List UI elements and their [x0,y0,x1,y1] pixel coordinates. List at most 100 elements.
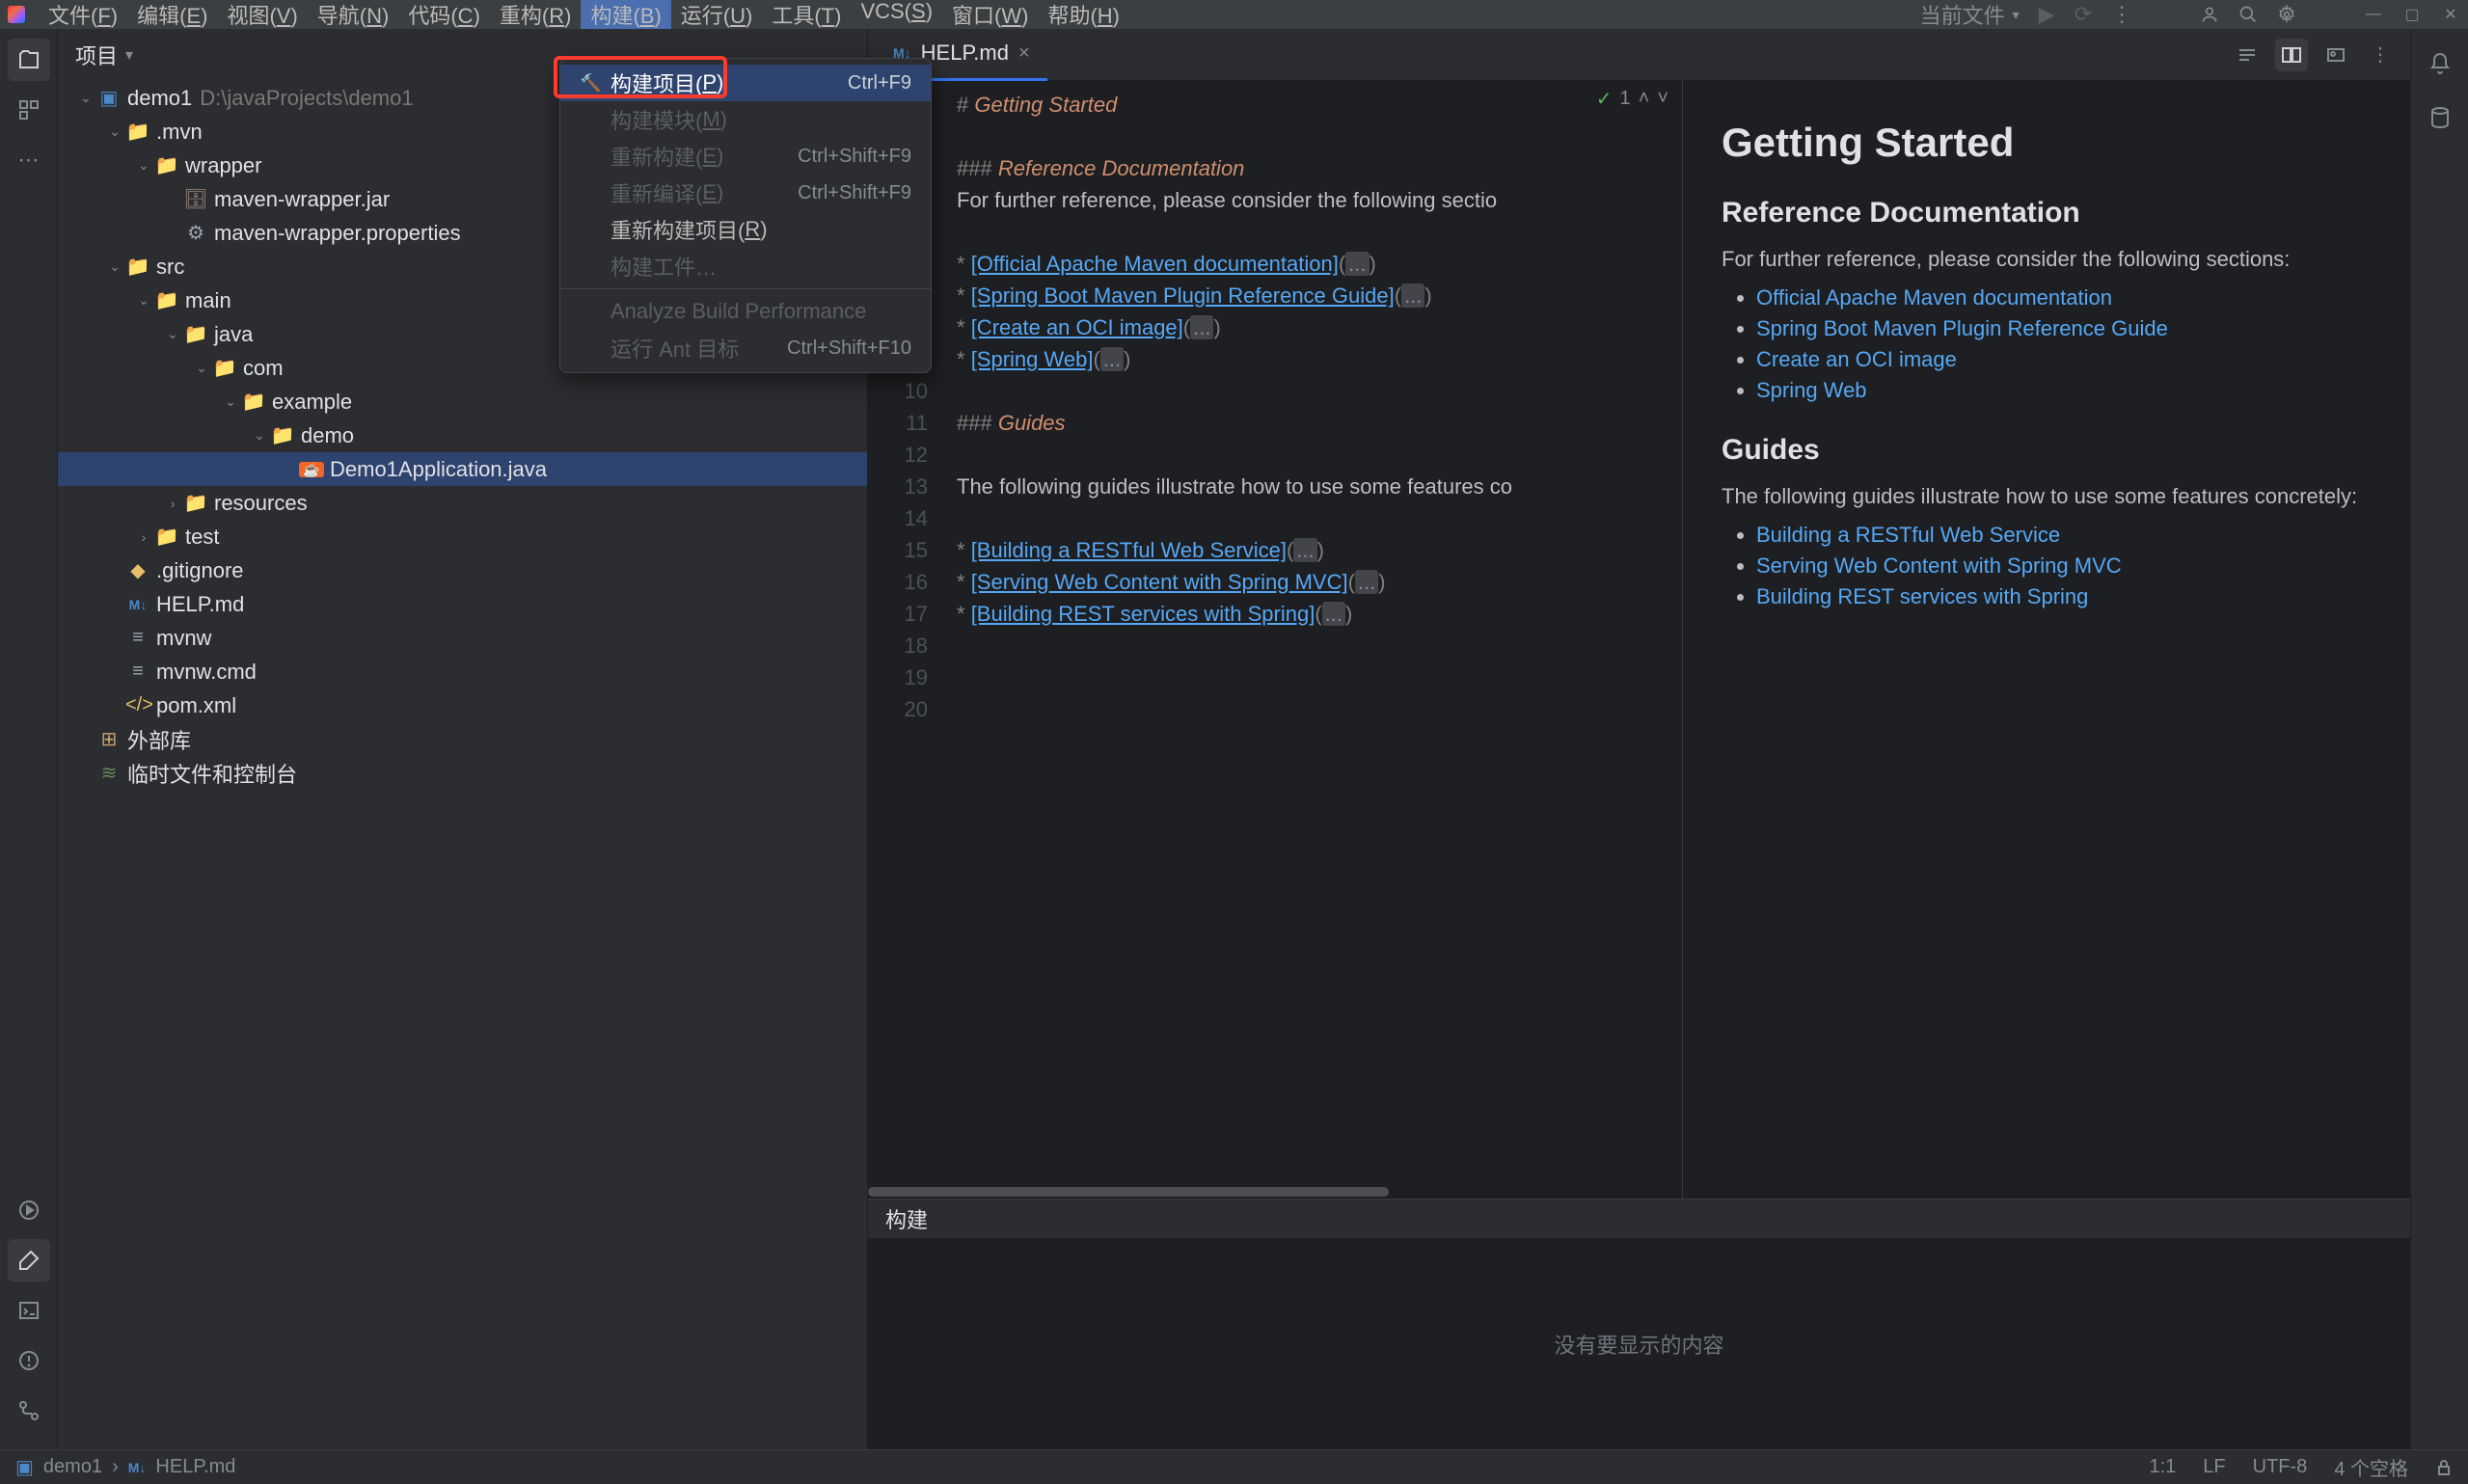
notifications-icon[interactable] [2419,42,2461,85]
menu-帮助h[interactable]: 帮助(H) [1038,0,1129,33]
structure-tool-icon[interactable] [8,89,50,131]
folder-icon: 📁 [125,120,150,144]
preview-link[interactable]: Spring Boot Maven Plugin Reference Guide [1756,316,2168,340]
folder-test-icon: 📁 [154,525,179,549]
preview-link[interactable]: Spring Web [1756,378,1867,402]
left-tool-rail: ⋯ [0,29,58,1449]
tree-node[interactable]: ›📁test [58,520,867,553]
menu-代码c[interactable]: 代码(C) [398,0,490,33]
titlebar: 文件(F)编辑(E)视图(V)导航(N)代码(C)重构(R)构建(B)运行(U)… [0,0,2468,29]
menu-item: 运行 Ant 目标Ctrl+Shift+F10 [560,330,931,366]
preview-link[interactable]: Create an OCI image [1756,347,1957,371]
menu-视图v[interactable]: 视图(V) [217,0,307,33]
menu-文件f[interactable]: 文件(F) [39,0,127,33]
menu-导航n[interactable]: 导航(N) [308,0,399,33]
account-icon[interactable] [2200,5,2219,24]
menu-重构r[interactable]: 重构(R) [490,0,582,33]
file-icon: ≡ [125,627,150,649]
git-tool-icon[interactable] [8,1390,50,1432]
project-tool-icon[interactable] [8,39,50,81]
tree-node[interactable]: ⌄📁example [58,385,867,418]
file-encoding[interactable]: UTF-8 [2253,1456,2308,1478]
tree-node[interactable]: ⊞外部库 [58,722,867,756]
inspection-widget[interactable]: ✓ 1 ˄ ˅ [1596,87,1668,111]
indent-settings[interactable]: 4 个空格 [2334,1453,2408,1481]
gear-icon: ⚙ [183,221,208,245]
list-item: Spring Boot Maven Plugin Reference Guide [1756,316,2372,341]
editor-view-source[interactable] [2231,39,2264,71]
maximize-button[interactable]: ▢ [2402,5,2422,24]
chevron-up-icon[interactable]: ˄ [1639,88,1650,110]
debug-icon[interactable]: ⟳ [2075,2,2092,27]
code-content[interactable]: # Getting Started ### Reference Document… [945,81,1682,1185]
main-layout: ⋯ 项目 ▾ ⌄▣demo1D:\javaProjects\demo1⌄📁.mv… [0,29,2468,1449]
editor-more-icon[interactable]: ⋮ [2364,39,2397,71]
tree-node[interactable]: M↓HELP.md [58,587,867,621]
right-tool-rail [2410,29,2468,1449]
preview-text: The following guides illustrate how to u… [1722,484,2372,509]
preview-pane: Getting Started Reference Documentation … [1683,81,2410,1199]
list-item: Create an OCI image [1756,347,2372,372]
close-button[interactable]: ✕ [2441,5,2460,24]
tree-node[interactable]: ≡mvnw.cmd [58,655,867,688]
minimize-button[interactable]: — [2364,5,2383,24]
tree-node[interactable]: ≋临时文件和控制台 [58,756,867,790]
editor-tabs: M↓ HELP.md × ⋮ [868,29,2410,81]
preview-text: For further reference, please consider t… [1722,247,2372,272]
tree-node[interactable]: ☕Demo1Application.java [58,452,867,486]
tree-node[interactable]: </>pom.xml [58,688,867,722]
menu-编辑e[interactable]: 编辑(E) [127,0,217,33]
tree-node[interactable]: ≡mvnw [58,621,867,655]
md-icon: M↓ [125,593,150,615]
hammer-icon: 🔨 [580,73,605,94]
folder-src-icon: 📁 [183,322,208,346]
run-config-selector[interactable]: 当前文件 ▾ [1920,0,2020,30]
services-tool-icon[interactable] [8,1189,50,1231]
code-pane[interactable]: ✓ 1 ˄ ˅ 1234567891011121314151617181920 … [868,81,1683,1199]
search-icon[interactable] [2238,5,2258,24]
build-panel: 构建 没有要显示的内容 [868,1199,2410,1449]
preview-h2: Reference Documentation [1722,197,2372,229]
horizontal-scrollbar[interactable] [868,1185,1682,1199]
list-item: Building REST services with Spring [1756,584,2372,609]
menu-item: Analyze Build Performance [560,293,931,330]
editor-view-split[interactable] [2275,39,2308,71]
tree-node[interactable]: ⌄📁demo [58,418,867,452]
line-separator[interactable]: LF [2203,1456,2225,1478]
terminal-tool-icon[interactable] [8,1289,50,1332]
xml-icon: </> [125,694,150,716]
tree-node[interactable]: ›📁resources [58,486,867,520]
preview-h1: Getting Started [1722,120,2372,166]
build-panel-header[interactable]: 构建 [868,1200,2410,1238]
editor-view-preview[interactable] [2319,39,2352,71]
preview-link[interactable]: Building REST services with Spring [1756,584,2088,608]
preview-link[interactable]: Official Apache Maven documentation [1756,285,2112,310]
menu-item[interactable]: 🔨构建项目(P)Ctrl+F9 [560,65,931,101]
lib-icon: ⊞ [96,727,122,751]
chevron-down-icon[interactable]: ˅ [1657,88,1668,110]
chevron-right-icon: › [112,1456,119,1478]
database-icon[interactable] [2419,96,2461,139]
menu-运行u[interactable]: 运行(U) [671,0,763,33]
more-icon[interactable]: ⋮ [2111,2,2132,27]
menu-item[interactable]: 重新构建项目(R) [560,211,931,248]
build-tool-icon[interactable] [8,1239,50,1282]
preview-list: Building a RESTful Web Service Serving We… [1756,523,2372,609]
package-icon: 📁 [270,423,295,447]
more-tool-icon[interactable]: ⋯ [8,139,50,181]
menu-构建b[interactable]: 构建(B) [581,0,670,33]
readonly-icon[interactable] [2435,1459,2453,1476]
package-icon: 📁 [212,356,237,380]
problems-tool-icon[interactable] [8,1339,50,1382]
run-icon[interactable]: ▶ [2039,2,2055,27]
caret-position[interactable]: 1:1 [2149,1456,2176,1478]
breadcrumb[interactable]: ▣ demo1 › M↓ HELP.md [15,1455,235,1479]
close-icon[interactable]: × [1018,42,1030,65]
list-item: Serving Web Content with Spring MVC [1756,553,2372,579]
menu-工具t[interactable]: 工具(T) [762,0,851,33]
settings-icon[interactable] [2277,5,2296,24]
java-icon: ☕ [299,458,324,480]
preview-link[interactable]: Building a RESTful Web Service [1756,523,2060,547]
tree-node[interactable]: ◆.gitignore [58,553,867,587]
preview-link[interactable]: Serving Web Content with Spring MVC [1756,553,2122,578]
